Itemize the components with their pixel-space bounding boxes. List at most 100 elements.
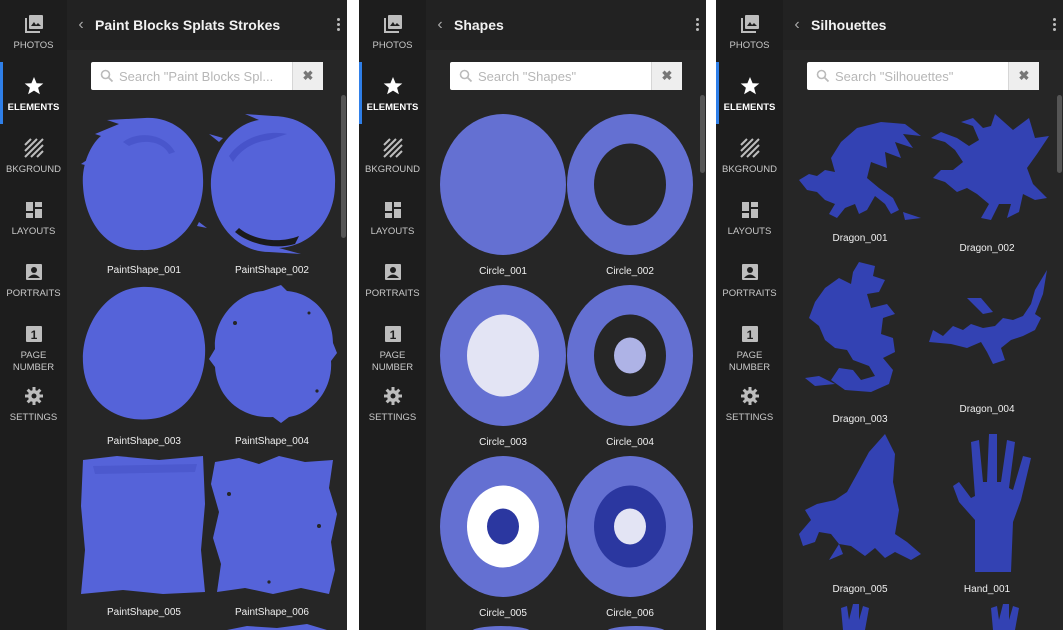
search-input[interactable]: [119, 66, 289, 86]
element-thumbnail-circle-003[interactable]: [439, 284, 567, 427]
element-label: PaintShape_004: [235, 436, 309, 447]
element-thumbnail-dragon-002[interactable]: [923, 108, 1053, 238]
more-options-icon[interactable]: [335, 18, 341, 32]
layouts-icon: [25, 202, 42, 218]
sidebar-item-portraits[interactable]: PORTRAITS: [716, 262, 783, 300]
element-thumbnail-paintshape-005[interactable]: [79, 454, 209, 599]
portrait-icon: [25, 264, 42, 280]
sidebar-item-background[interactable]: BKGROUND: [0, 138, 67, 176]
sidebar-item-label: PAGE: [736, 350, 763, 361]
element-label: Circle_004: [606, 437, 654, 448]
sidebar-item-settings[interactable]: SETTINGS: [0, 386, 67, 424]
panel-title: Shapes: [454, 17, 504, 33]
element-thumbnail-dragon-005[interactable]: [795, 430, 925, 580]
element-thumbnail-circle-004[interactable]: [566, 284, 694, 427]
element-thumbnail-dragon-003[interactable]: [795, 258, 925, 408]
element-thumbnail-partial[interactable]: [227, 624, 327, 630]
element-label: PaintShape_006: [235, 607, 309, 618]
element-thumbnail-paintshape-006[interactable]: [209, 454, 339, 599]
sidebar-item-layouts[interactable]: LAYOUTS: [716, 200, 783, 238]
sidebar-item-elements[interactable]: ELEMENTS: [716, 62, 783, 124]
sidebar-item-photos[interactable]: PHOTOS: [359, 14, 426, 52]
element-thumbnail-paintshape-003[interactable]: [79, 283, 209, 428]
panel-silhouettes: PHOTOS ELEMENTS BKGROUND LAYOUTS PORTRAI…: [716, 0, 1063, 630]
element-thumbnail-partial[interactable]: [466, 624, 686, 630]
sidebar-item-label: LAYOUTS: [370, 226, 415, 237]
element-thumbnail-hand-001[interactable]: [923, 430, 1053, 580]
sidebar-item-elements[interactable]: ELEMENTS: [359, 62, 426, 124]
sidebar-item-background[interactable]: BKGROUND: [716, 138, 783, 176]
more-options-icon[interactable]: [1051, 18, 1057, 32]
clear-search-button[interactable]: ✖: [292, 62, 323, 90]
element-thumbnail-dragon-004[interactable]: [923, 268, 1053, 378]
element-label: Circle_001: [479, 266, 527, 277]
svg-text:1: 1: [746, 328, 753, 342]
element-thumbnail-paintshape-004[interactable]: [209, 283, 339, 428]
element-label: Circle_002: [606, 266, 654, 277]
element-thumbnail-circle-001[interactable]: [439, 113, 567, 256]
element-thumbnail-circle-006[interactable]: [566, 455, 694, 598]
background-icon: [382, 138, 403, 158]
sidebar-item-photos[interactable]: PHOTOS: [716, 14, 783, 52]
sidebar-item-settings[interactable]: SETTINGS: [716, 386, 783, 424]
sidebar-item-label: SETTINGS: [9, 412, 58, 423]
gear-icon: [383, 387, 402, 405]
panel-paint-blocks: PHOTOS ELEMENTS BKGROUND LAYOUTS PORTRAI…: [0, 0, 347, 630]
clear-search-button[interactable]: ✖: [651, 62, 682, 90]
search-input[interactable]: [835, 66, 1005, 86]
sidebar-item-label-2: NUMBER: [371, 362, 414, 373]
sidebar-item-photos[interactable]: PHOTOS: [0, 14, 67, 52]
element-thumbnail-partial[interactable]: [823, 602, 1043, 630]
background-icon: [23, 138, 44, 158]
sidebar-item-label: BKGROUND: [6, 164, 61, 175]
sidebar-item-elements[interactable]: ELEMENTS: [0, 62, 67, 124]
scrollbar[interactable]: [341, 95, 346, 238]
element-label: Dragon_005: [832, 584, 888, 595]
element-thumbnail-circle-002[interactable]: [566, 113, 694, 256]
search-box: ✖: [807, 62, 1039, 90]
panel-shapes: PHOTOS ELEMENTS BKGROUND LAYOUTS PORTRAI…: [359, 0, 706, 630]
search-icon: [459, 69, 473, 83]
panel-header: ‹ Paint Blocks Splats Strokes: [67, 0, 347, 50]
photos-icon: [24, 15, 43, 33]
clear-search-button[interactable]: ✖: [1008, 62, 1039, 90]
sidebar-item-page-number[interactable]: 1 PAGE NUMBER: [0, 324, 67, 374]
sidebar-item-label: ELEMENTS: [723, 102, 776, 113]
element-thumbnail-paintshape-001[interactable]: [79, 112, 209, 257]
back-arrow-icon[interactable]: ‹: [432, 17, 448, 33]
sidebar-item-label: BKGROUND: [722, 164, 777, 175]
sidebar-item-layouts[interactable]: LAYOUTS: [359, 200, 426, 238]
panel-header: ‹ Shapes: [426, 0, 706, 50]
sidebar-item-label: BKGROUND: [365, 164, 420, 175]
sidebar-item-layouts[interactable]: LAYOUTS: [0, 200, 67, 238]
sidebar-item-portraits[interactable]: PORTRAITS: [0, 262, 67, 300]
sidebar-item-label: SETTINGS: [725, 412, 774, 423]
gear-icon: [740, 387, 759, 405]
sidebar-item-portraits[interactable]: PORTRAITS: [359, 262, 426, 300]
back-arrow-icon[interactable]: ‹: [73, 17, 89, 33]
element-thumbnail-paintshape-002[interactable]: [209, 112, 339, 257]
sidebar-item-label: LAYOUTS: [727, 226, 772, 237]
sidebar-item-label: ELEMENTS: [7, 102, 60, 113]
search-box: ✖: [91, 62, 323, 90]
page-number-icon: 1: [741, 326, 758, 342]
sidebar-item-background[interactable]: BKGROUND: [359, 138, 426, 176]
scrollbar[interactable]: [1057, 95, 1062, 173]
more-options-icon[interactable]: [694, 18, 700, 32]
sidebar: PHOTOS ELEMENTS BKGROUND LAYOUTS PORTRAI…: [716, 0, 783, 630]
element-label: Dragon_001: [832, 233, 888, 244]
element-thumbnail-circle-005[interactable]: [439, 455, 567, 598]
search-input[interactable]: [478, 66, 648, 86]
sidebar-item-page-number[interactable]: 1 PAGE NUMBER: [359, 324, 426, 374]
sidebar-item-settings[interactable]: SETTINGS: [359, 386, 426, 424]
element-thumbnail-dragon-001[interactable]: [795, 118, 925, 228]
sidebar-item-label: PORTRAITS: [722, 288, 777, 299]
sidebar-item-label: PORTRAITS: [6, 288, 61, 299]
svg-text:1: 1: [389, 328, 396, 342]
sidebar-item-page-number[interactable]: 1 PAGE NUMBER: [716, 324, 783, 374]
sidebar: PHOTOS ELEMENTS BKGROUND LAYOUTS PORTRAI…: [0, 0, 67, 630]
back-arrow-icon[interactable]: ‹: [789, 17, 805, 33]
scrollbar[interactable]: [700, 95, 705, 173]
element-label: Dragon_004: [959, 404, 1015, 415]
content-area: ‹ Paint Blocks Splats Strokes ✖ PaintSha…: [67, 0, 347, 630]
